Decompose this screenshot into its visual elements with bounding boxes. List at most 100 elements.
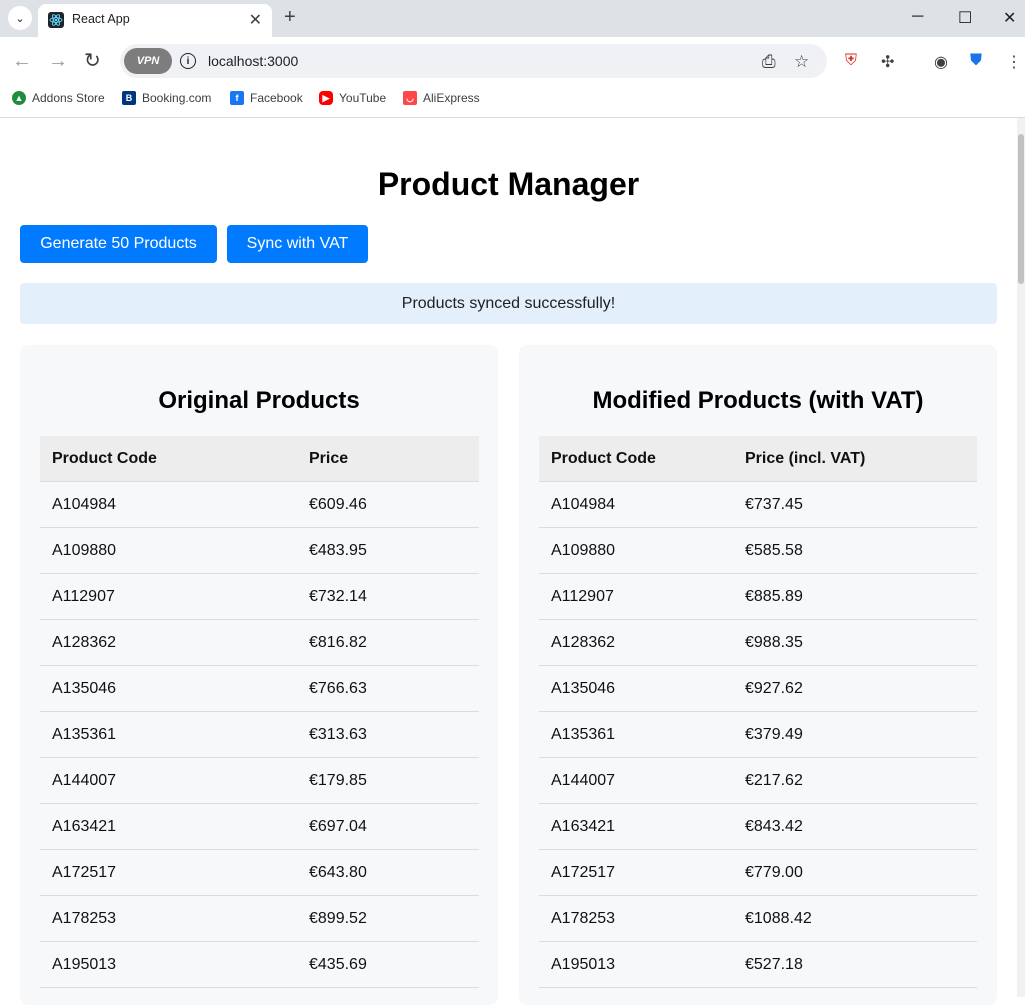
modified-products-panel: Modified Products (with VAT) Product Cod… — [519, 345, 997, 1005]
table-row: A195013 €435.69 — [40, 942, 479, 988]
price-cell: €732.14 — [309, 587, 367, 605]
bookmark-label: AliExpress — [423, 91, 480, 105]
shield-extension-icon[interactable]: ⛨ — [845, 52, 857, 70]
product-code-cell: A135046 — [52, 679, 117, 697]
product-code-cell: A172517 — [551, 863, 616, 881]
back-icon[interactable]: ← — [12, 49, 32, 73]
menu-kebab-icon[interactable]: ⋮ — [1006, 52, 1022, 72]
addons-store-icon: ▲ — [12, 91, 26, 105]
price-cell: €217.62 — [745, 771, 803, 789]
table-row: A172517 €643.80 — [40, 850, 479, 896]
page-scrollbar[interactable] — [1017, 118, 1025, 997]
product-code-cell: A163421 — [52, 817, 117, 835]
table-row: A178253 €1088.42 — [539, 896, 977, 942]
original-table-body: A104984 €609.46 A109880 €483.95 A112907 €732.… — [40, 482, 479, 988]
table-row: A109880 €585.58 — [539, 528, 977, 574]
window-close-icon[interactable]: ✕ — [1003, 8, 1016, 28]
original-products-heading: Original Products — [158, 387, 360, 414]
status-message: Products synced successfully! — [20, 283, 997, 324]
security-extension-icon[interactable]: ⛊ — [970, 52, 982, 70]
price-cell: €843.42 — [745, 817, 803, 835]
close-tab-icon[interactable]: ✕ — [249, 10, 262, 30]
modified-table-body: A104984 €737.45 A109880 €585.58 A112907 €885.… — [539, 482, 977, 988]
youtube-icon: ▶ — [319, 91, 333, 105]
bookmark-aliexpress[interactable]: ◡ AliExpress — [403, 91, 480, 105]
table-header: Product Code Price (incl. VAT) — [539, 436, 977, 482]
table-row: A128362 €816.82 — [40, 620, 479, 666]
table-row: A135046 €766.63 — [40, 666, 479, 712]
generate-products-button[interactable]: Generate 50 Products — [20, 225, 217, 263]
product-code-cell: A104984 — [52, 495, 117, 513]
price-cell: €885.89 — [745, 587, 803, 605]
price-cell: €435.69 — [309, 955, 367, 973]
bookmark-facebook[interactable]: f Facebook — [230, 91, 303, 105]
tab-strip: ⌄ React App ✕ + ─ ☐ ✕ — [0, 0, 1025, 37]
extensions-puzzle-icon[interactable]: ✣ — [881, 52, 894, 72]
table-row: A144007 €179.85 — [40, 758, 479, 804]
modified-products-heading: Modified Products (with VAT) — [592, 387, 924, 414]
bookmark-star-icon[interactable]: ☆ — [794, 52, 809, 72]
table-row: A112907 €885.89 — [539, 574, 977, 620]
original-products-table: Product Code Price A104984 €609.46 A109880… — [40, 436, 479, 988]
maximize-icon[interactable]: ☐ — [958, 8, 972, 28]
profile-icon[interactable]: ◉ — [934, 52, 948, 72]
price-cell: €816.82 — [309, 633, 367, 651]
bookmark-label: Booking.com — [142, 91, 212, 105]
browser-tab[interactable]: React App ✕ — [38, 4, 272, 37]
scrollbar-thumb[interactable] — [1018, 134, 1024, 284]
table-header: Product Code Price — [40, 436, 479, 482]
tab-search-button[interactable]: ⌄ — [8, 6, 32, 30]
product-code-cell: A195013 — [52, 955, 117, 973]
column-header-price: Price — [309, 449, 349, 467]
modified-products-table: Product Code Price (incl. VAT) A104984 €7… — [539, 436, 977, 988]
table-row: A109880 €483.95 — [40, 528, 479, 574]
bookmarks-bar: ▲ Addons Store B Booking.com f Facebook … — [0, 85, 1025, 118]
product-code-cell: A178253 — [551, 909, 616, 927]
price-cell: €697.04 — [309, 817, 367, 835]
product-code-cell: A135046 — [551, 679, 616, 697]
column-header-price-vat: Price (incl. VAT) — [745, 449, 866, 467]
address-bar[interactable]: VPN i localhost:3000 ⎙ ☆ — [120, 44, 827, 78]
product-code-cell: A104984 — [551, 495, 616, 513]
price-cell: €179.85 — [309, 771, 367, 789]
react-icon — [48, 12, 64, 28]
install-app-icon[interactable]: ⎙ — [762, 52, 776, 72]
column-header-code: Product Code — [551, 449, 656, 467]
url-text[interactable]: localhost:3000 — [208, 53, 298, 69]
product-code-cell: A195013 — [551, 955, 616, 973]
price-cell: €779.00 — [745, 863, 803, 881]
forward-icon[interactable]: → — [48, 49, 68, 73]
table-row: A135361 €379.49 — [539, 712, 977, 758]
minimize-icon[interactable]: ─ — [912, 8, 923, 26]
chevron-down-icon: ⌄ — [15, 12, 25, 25]
product-code-cell: A109880 — [52, 541, 117, 559]
table-row: A135046 €927.62 — [539, 666, 977, 712]
product-code-cell: A172517 — [52, 863, 117, 881]
product-code-cell: A128362 — [551, 633, 616, 651]
table-row: A172517 €779.00 — [539, 850, 977, 896]
bookmark-label: Addons Store — [32, 91, 105, 105]
vpn-badge[interactable]: VPN — [124, 48, 172, 74]
product-code-cell: A135361 — [52, 725, 117, 743]
facebook-icon: f — [230, 91, 244, 105]
price-cell: €585.58 — [745, 541, 803, 559]
tab-title: React App — [72, 12, 130, 26]
sync-vat-button[interactable]: Sync with VAT — [227, 225, 368, 263]
bookmark-booking[interactable]: B Booking.com — [122, 91, 211, 105]
bookmark-label: Facebook — [250, 91, 303, 105]
price-cell: €899.52 — [309, 909, 367, 927]
product-code-cell: A112907 — [52, 587, 115, 605]
table-row: A112907 €732.14 — [40, 574, 479, 620]
product-code-cell: A128362 — [52, 633, 117, 651]
page-title: Product Manager — [377, 166, 640, 202]
bookmark-youtube[interactable]: ▶ YouTube — [319, 91, 386, 105]
bookmark-addons-store[interactable]: ▲ Addons Store — [12, 91, 105, 105]
site-info-icon[interactable]: i — [180, 53, 196, 69]
new-tab-icon[interactable]: + — [284, 6, 296, 29]
aliexpress-icon: ◡ — [403, 91, 417, 105]
reload-icon[interactable]: ↻ — [84, 49, 101, 73]
price-cell: €609.46 — [309, 495, 367, 513]
price-cell: €527.18 — [745, 955, 803, 973]
browser-toolbar: ← → ↻ VPN i localhost:3000 ⎙ ☆ ⛨ ✣ ◉ ⛊ ⋮ — [0, 37, 1025, 85]
price-cell: €737.45 — [745, 495, 803, 513]
